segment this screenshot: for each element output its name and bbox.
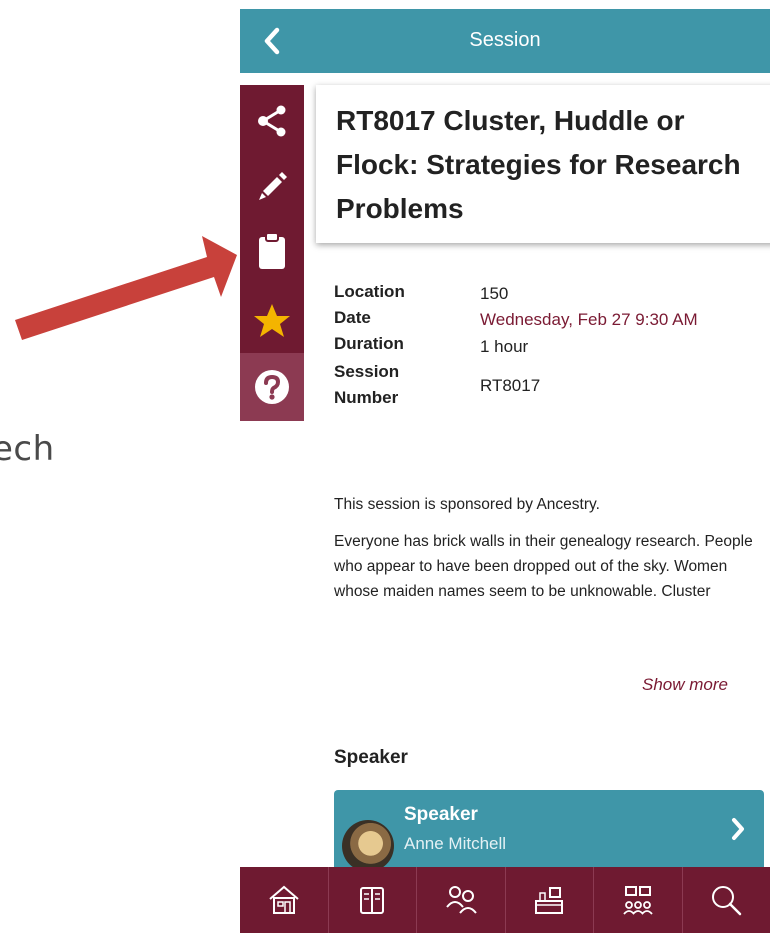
session-title-card: RT8017 Cluster, Huddle or Flock: Strateg… (316, 85, 770, 243)
date-label: Date (334, 308, 371, 327)
slide-partial-text: ech (0, 429, 55, 469)
edit-note-button[interactable] (240, 157, 304, 213)
exhibit-hall-icon (535, 887, 564, 914)
session-description: This session is sponsored by Ancestry. E… (334, 492, 754, 616)
chevron-right-icon (732, 818, 744, 840)
share-icon (258, 105, 286, 137)
speaker-card-label: Speaker (404, 804, 478, 825)
description-text: Everyone has brick walls in their geneal… (334, 533, 753, 600)
red-arrow-annotation (15, 236, 237, 340)
help-icon (255, 370, 289, 404)
bottom-nav (240, 867, 770, 933)
add-to-schedule-button[interactable] (240, 223, 304, 279)
pencil-icon (259, 172, 287, 200)
search-icon (712, 886, 742, 916)
help-button[interactable] (240, 359, 304, 415)
speaker-name: Anne Mitchell (404, 834, 507, 853)
star-icon (254, 304, 290, 337)
page-title: Session (469, 29, 541, 51)
speaker-heading: Speaker (334, 747, 408, 768)
session-number-label-line2: Number (334, 388, 399, 407)
nav-home[interactable] (240, 867, 329, 933)
session-title: RT8017 Cluster, Huddle or Flock: Strateg… (336, 105, 741, 224)
speaker-card[interactable]: Speaker Anne Mitchell (334, 790, 764, 872)
top-bar: Session (240, 9, 770, 73)
nav-exhibitors[interactable] (506, 867, 594, 933)
favorite-button[interactable] (240, 293, 304, 349)
nav-program[interactable] (329, 867, 417, 933)
network-icon (623, 886, 653, 915)
nav-search[interactable] (683, 867, 770, 933)
home-icon (269, 885, 299, 914)
duration-label: Duration (334, 334, 404, 353)
clipboard-icon (259, 232, 285, 269)
nav-networking[interactable] (594, 867, 683, 933)
session-number-label-line1: Session (334, 362, 400, 381)
show-more-link[interactable]: Show more (642, 675, 728, 695)
location-value: 150 (480, 284, 509, 303)
location-label: Location (334, 282, 405, 301)
people-icon (445, 886, 477, 914)
avatar (342, 820, 394, 872)
share-button[interactable] (240, 93, 304, 149)
duration-value: 1 hour (480, 337, 529, 356)
book-icon (360, 887, 385, 914)
date-value[interactable]: Wednesday, Feb 27 9:30 AM (480, 309, 698, 331)
phone-screen: Session RT8017 Cluster, Huddle or Flock:… (240, 9, 770, 933)
session-action-strip (240, 85, 304, 421)
sponsor-text: This session is sponsored by Ancestry. (334, 496, 600, 513)
nav-speakers[interactable] (417, 867, 506, 933)
session-number-value: RT8017 (480, 376, 541, 395)
